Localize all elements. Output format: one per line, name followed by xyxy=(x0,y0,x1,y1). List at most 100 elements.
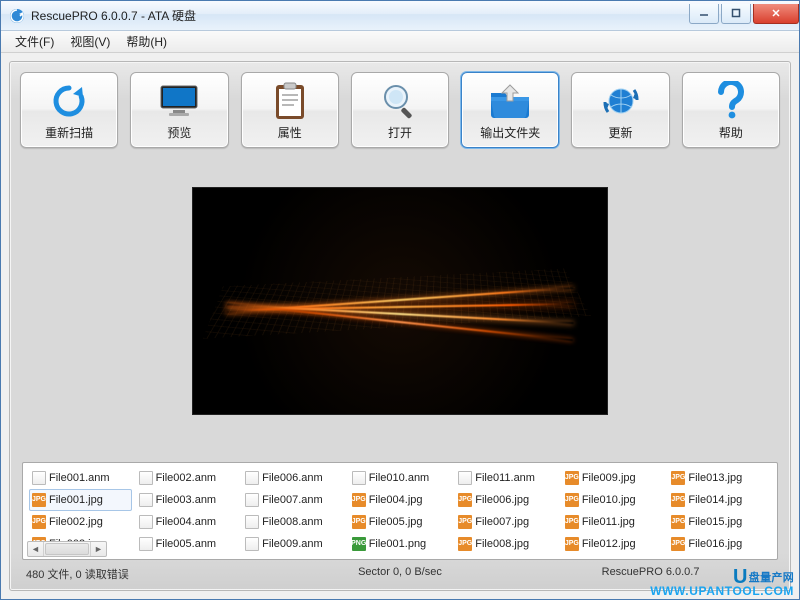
preview-area xyxy=(20,148,780,454)
open-button[interactable]: 打开 xyxy=(351,72,449,148)
jpg-file-icon: JPG xyxy=(458,537,472,551)
rescan-icon xyxy=(46,81,92,121)
jpg-file-icon: JPG xyxy=(458,515,472,529)
anm-file-icon xyxy=(139,515,153,529)
file-item[interactable]: JPGFile010.jpg xyxy=(562,489,665,511)
preview-label: 预览 xyxy=(167,124,191,141)
file-name: File015.jpg xyxy=(688,513,742,531)
content-area: 重新扫描 预览 属性 xyxy=(1,53,799,599)
file-name: File004.anm xyxy=(156,513,217,531)
file-name: File010.jpg xyxy=(582,491,636,509)
properties-button[interactable]: 属性 xyxy=(241,72,339,148)
horizontal-scrollbar[interactable]: ◄ ► xyxy=(27,541,107,557)
file-item[interactable]: JPGFile005.jpg xyxy=(349,511,452,533)
update-button[interactable]: 更新 xyxy=(571,72,669,148)
jpg-file-icon: JPG xyxy=(565,515,579,529)
file-item[interactable]: JPGFile009.jpg xyxy=(562,467,665,489)
status-version: RescuePRO 6.0.0.7 xyxy=(527,566,774,582)
file-name: File012.jpg xyxy=(582,535,636,553)
file-item[interactable]: File010.anm xyxy=(349,467,452,489)
file-item[interactable]: File001.anm xyxy=(29,467,132,489)
file-item[interactable]: File011.anm xyxy=(455,467,558,489)
file-name: File011.jpg xyxy=(582,513,635,531)
file-name: File009.anm xyxy=(262,535,323,553)
anm-file-icon xyxy=(245,515,259,529)
file-item[interactable]: JPGFile011.jpg xyxy=(562,511,665,533)
file-item[interactable]: File004.anm xyxy=(136,511,239,533)
file-name: File002.jpg xyxy=(49,513,103,531)
scroll-left-icon[interactable]: ◄ xyxy=(28,542,44,556)
globe-refresh-icon xyxy=(598,81,644,121)
file-list[interactable]: File001.anmJPGFile001.jpgJPGFile002.jpgJ… xyxy=(22,462,778,560)
file-item[interactable]: JPGFile013.jpg xyxy=(668,467,771,489)
jpg-file-icon: JPG xyxy=(671,537,685,551)
jpg-file-icon: JPG xyxy=(32,493,46,507)
file-name: File001.png xyxy=(369,535,427,553)
jpg-file-icon: JPG xyxy=(671,515,685,529)
file-item[interactable]: File007.anm xyxy=(242,489,345,511)
file-item[interactable]: JPGFile006.jpg xyxy=(455,489,558,511)
file-item[interactable]: JPGFile014.jpg xyxy=(668,489,771,511)
file-item[interactable]: File008.anm xyxy=(242,511,345,533)
file-name: File005.jpg xyxy=(369,513,423,531)
anm-file-icon xyxy=(245,537,259,551)
status-bar: 480 文件, 0 读取错误 Sector 0, 0 B/sec RescueP… xyxy=(20,560,780,584)
menu-view[interactable]: 视图(V) xyxy=(62,31,118,52)
file-item[interactable]: JPGFile004.jpg xyxy=(349,489,452,511)
jpg-file-icon: JPG xyxy=(458,493,472,507)
jpg-file-icon: JPG xyxy=(671,471,685,485)
file-name: File006.jpg xyxy=(475,491,529,509)
preview-button[interactable]: 预览 xyxy=(130,72,228,148)
jpg-file-icon: JPG xyxy=(352,515,366,529)
file-item[interactable]: JPGFile015.jpg xyxy=(668,511,771,533)
file-name: File016.jpg xyxy=(688,535,742,553)
file-name: File005.anm xyxy=(156,535,217,553)
magnifier-icon xyxy=(377,81,423,121)
file-item[interactable]: File005.anm xyxy=(136,533,239,555)
question-icon xyxy=(708,81,754,121)
jpg-file-icon: JPG xyxy=(352,493,366,507)
maximize-button[interactable] xyxy=(721,4,751,24)
file-item[interactable]: JPGFile008.jpg xyxy=(455,533,558,555)
help-button[interactable]: 帮助 xyxy=(682,72,780,148)
file-name: File007.jpg xyxy=(475,513,529,531)
file-item[interactable]: File006.anm xyxy=(242,467,345,489)
scroll-right-icon[interactable]: ► xyxy=(90,542,106,556)
file-item[interactable]: File002.anm xyxy=(136,467,239,489)
close-button[interactable] xyxy=(753,4,799,24)
output-folder-button[interactable]: 输出文件夹 xyxy=(461,72,559,148)
rescan-label: 重新扫描 xyxy=(45,124,93,141)
file-item[interactable]: JPGFile016.jpg xyxy=(668,533,771,555)
menu-bar: 文件(F) 视图(V) 帮助(H) xyxy=(1,31,799,53)
anm-file-icon xyxy=(352,471,366,485)
rescan-button[interactable]: 重新扫描 xyxy=(20,72,118,148)
output-folder-label: 输出文件夹 xyxy=(480,124,540,141)
anm-file-icon xyxy=(245,493,259,507)
file-item[interactable]: JPGFile012.jpg xyxy=(562,533,665,555)
file-item[interactable]: JPGFile001.jpg xyxy=(29,489,132,511)
file-item[interactable]: File009.anm xyxy=(242,533,345,555)
file-name: File010.anm xyxy=(369,469,430,487)
anm-file-icon xyxy=(245,471,259,485)
window-title: RescuePRO 6.0.0.7 - ATA 硬盘 xyxy=(31,7,196,24)
jpg-file-icon: JPG xyxy=(32,515,46,529)
image-preview[interactable] xyxy=(192,187,608,415)
file-item[interactable]: PNGFile001.png xyxy=(349,533,452,555)
menu-help[interactable]: 帮助(H) xyxy=(118,31,175,52)
scroll-thumb[interactable] xyxy=(45,543,89,555)
file-item[interactable]: JPGFile002.jpg xyxy=(29,511,132,533)
open-label: 打开 xyxy=(388,124,412,141)
file-name: File009.jpg xyxy=(582,469,636,487)
anm-file-icon xyxy=(32,471,46,485)
status-files: 480 文件, 0 读取错误 xyxy=(26,566,273,582)
file-name: File006.anm xyxy=(262,469,323,487)
anm-file-icon xyxy=(139,537,153,551)
jpg-file-icon: JPG xyxy=(565,537,579,551)
title-bar[interactable]: RescuePRO 6.0.0.7 - ATA 硬盘 xyxy=(1,1,799,31)
file-item[interactable]: JPGFile007.jpg xyxy=(455,511,558,533)
menu-file[interactable]: 文件(F) xyxy=(7,31,62,52)
monitor-icon xyxy=(156,81,202,121)
file-item[interactable]: File003.anm xyxy=(136,489,239,511)
clipboard-icon xyxy=(267,81,313,121)
minimize-button[interactable] xyxy=(689,4,719,24)
